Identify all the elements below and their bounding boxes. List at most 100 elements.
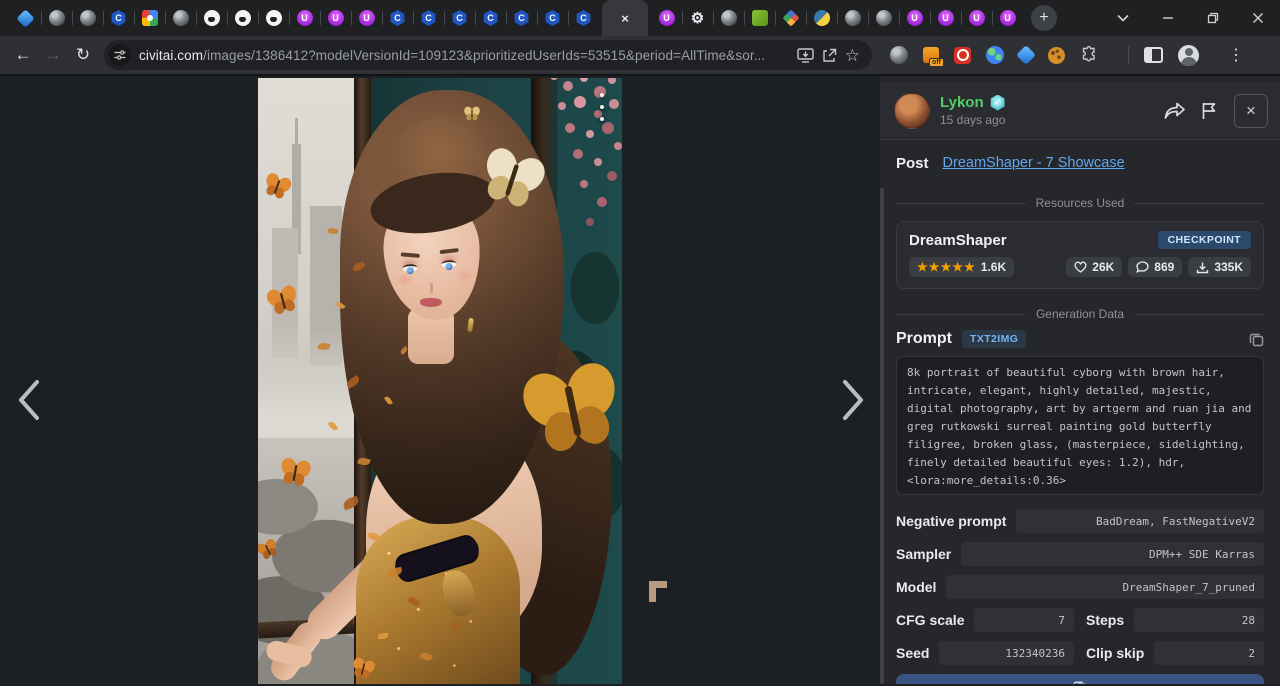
field-value: 132340236 <box>939 641 1074 665</box>
upurple-favicon: U <box>328 10 344 26</box>
share-image-button[interactable] <box>1158 94 1192 128</box>
browser-tab-python[interactable] <box>806 0 837 36</box>
comments-pill[interactable]: 869 <box>1128 257 1182 277</box>
extension-o-icon[interactable] <box>954 47 971 64</box>
browser-tab-globe[interactable] <box>165 0 196 36</box>
copy-generation-data-button[interactable] <box>1249 332 1264 347</box>
extensions-menu-button[interactable] <box>1080 46 1098 64</box>
browser-tab-globe[interactable] <box>868 0 899 36</box>
browser-tab-hexc[interactable]: C <box>506 0 537 36</box>
star-rating-icons: ★★★★★ <box>917 261 976 273</box>
image-viewer-media[interactable] <box>258 78 622 684</box>
copy-all-generation-data-button[interactable] <box>896 674 1264 684</box>
sidebar-scroll-area: Resources Used DreamShaper CHECKPOINT ★★… <box>880 186 1280 684</box>
browser-tab-hexc[interactable]: C <box>382 0 413 36</box>
extension-cookie-icon[interactable] <box>1048 47 1065 64</box>
store-favicon <box>142 10 158 26</box>
report-flag-button[interactable] <box>1192 94 1226 128</box>
sidepanel-toggle-button[interactable] <box>1144 47 1163 63</box>
resource-card[interactable]: DreamShaper CHECKPOINT ★★★★★ 1.6K 26K <box>896 221 1264 289</box>
browser-tab-github[interactable] <box>258 0 289 36</box>
bookmark-button[interactable]: ☆ <box>845 47 860 64</box>
browser-tab-globe[interactable] <box>41 0 72 36</box>
window-restore-button[interactable] <box>1190 0 1235 36</box>
likes-count: 26K <box>1092 260 1114 274</box>
browser-tab-upurple[interactable]: U <box>320 0 351 36</box>
window-close-button[interactable] <box>1235 0 1280 36</box>
browser-tab-hexc[interactable]: C <box>103 0 134 36</box>
browser-tab-upurple[interactable]: U <box>961 0 992 36</box>
browser-tab-hexc[interactable]: C <box>475 0 506 36</box>
browser-tab-globe[interactable] <box>837 0 868 36</box>
browser-tab-gear[interactable]: ⚙ <box>682 0 713 36</box>
back-button[interactable]: ← <box>8 40 38 70</box>
copy-icon <box>1073 680 1087 684</box>
checkpoint-badge[interactable]: CHECKPOINT <box>1158 231 1251 249</box>
browser-tab-github[interactable] <box>227 0 258 36</box>
install-app-button[interactable] <box>797 48 814 63</box>
chevron-right-icon <box>841 378 867 422</box>
browser-tab-hexc[interactable]: C <box>568 0 599 36</box>
window-chevron-button[interactable] <box>1100 0 1145 36</box>
browser-profile-avatar[interactable] <box>1178 45 1199 66</box>
extension-globe-icon[interactable] <box>890 46 908 64</box>
browser-tab-nvidia[interactable] <box>744 0 775 36</box>
share-page-button[interactable] <box>822 48 837 63</box>
browser-tab-hexc[interactable]: C <box>413 0 444 36</box>
field-label: Model <box>896 579 936 595</box>
field-label: Sampler <box>896 546 951 562</box>
browser-tab-hexc[interactable]: C <box>537 0 568 36</box>
likes-pill[interactable]: 26K <box>1066 257 1122 277</box>
previous-image-button[interactable] <box>6 372 50 428</box>
rating-pill[interactable]: ★★★★★ 1.6K <box>909 257 1014 277</box>
browser-tab-upurple[interactable]: U <box>899 0 930 36</box>
restore-icon <box>1207 12 1219 24</box>
extension-gem-icon[interactable] <box>1016 45 1036 65</box>
field-value: DPM++ SDE Karras <box>961 542 1264 566</box>
browser-tab-upurple[interactable]: U <box>930 0 961 36</box>
browser-tab-globe[interactable] <box>72 0 103 36</box>
hexc-favicon: C <box>545 10 561 26</box>
browser-tab-upurple[interactable]: U <box>351 0 382 36</box>
post-link[interactable]: DreamShaper - 7 Showcase <box>943 155 1125 171</box>
browser-menu-button[interactable]: ⋮ <box>1228 45 1244 65</box>
browser-tab-hexc[interactable]: C <box>444 0 475 36</box>
next-image-button[interactable] <box>832 372 876 428</box>
image-options-menu-button[interactable] <box>595 90 609 124</box>
heart-icon <box>1074 261 1087 273</box>
hexc-favicon: C <box>452 10 468 26</box>
resources-used-divider: Resources Used <box>896 196 1264 210</box>
reload-button[interactable]: ↻ <box>68 40 98 70</box>
new-tab-button[interactable]: + <box>1031 5 1057 31</box>
close-viewer-button[interactable]: × <box>1234 94 1268 128</box>
username: Lykon <box>940 94 984 111</box>
url-text[interactable]: civitai.com/images/1386412?modelVersionI… <box>139 48 789 63</box>
downloads-pill[interactable]: 335K <box>1188 257 1251 277</box>
browser-tab-globe[interactable] <box>713 0 744 36</box>
tab-close-icon[interactable]: × <box>621 11 629 26</box>
browser-tab-gitd[interactable] <box>775 0 806 36</box>
browser-toolbar: ← → ↻ civitai.com/images/1386412?modelVe… <box>0 36 1280 76</box>
user-avatar[interactable] <box>894 93 930 129</box>
extension-earth-icon[interactable] <box>986 46 1004 64</box>
field-row: Seed132340236Clip skip2 <box>896 641 1264 665</box>
browser-tab-civitai[interactable] <box>10 0 41 36</box>
site-settings-button[interactable] <box>109 44 131 66</box>
browser-tab-store[interactable] <box>134 0 165 36</box>
window-minimize-button[interactable] <box>1145 0 1190 36</box>
prompt-label: Prompt <box>896 330 952 348</box>
browser-tab-upurple[interactable]: U <box>651 0 682 36</box>
username-link[interactable]: Lykon ✓ <box>940 94 1158 111</box>
window-controls <box>1100 0 1280 36</box>
extension-adblock-off-icon[interactable]: off <box>923 47 939 63</box>
browser-tab-github[interactable] <box>196 0 227 36</box>
browser-tab-upurple[interactable]: U <box>992 0 1023 36</box>
browser-tab-upurple[interactable]: U <box>289 0 320 36</box>
hexc-favicon: C <box>421 10 437 26</box>
active-tab[interactable]: × <box>602 0 648 36</box>
hexc-favicon: C <box>111 10 127 26</box>
upurple-favicon: U <box>359 10 375 26</box>
forward-button[interactable]: → <box>38 40 68 70</box>
address-bar[interactable]: civitai.com/images/1386412?modelVersionI… <box>104 40 872 70</box>
post-row: Post DreamShaper - 7 Showcase <box>880 140 1280 186</box>
